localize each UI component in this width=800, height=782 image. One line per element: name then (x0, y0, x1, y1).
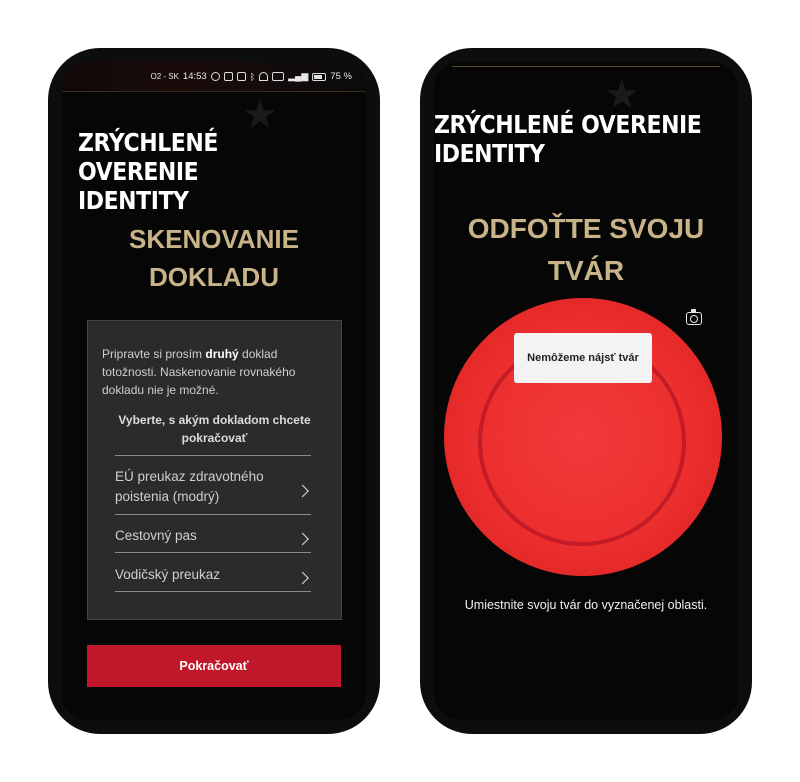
volte-icon (272, 72, 285, 81)
battery-level: 75 % (330, 71, 352, 82)
nfc-icon (223, 72, 233, 81)
brand-title-line1: ZRÝCHLENÉ OVERENIE (434, 110, 702, 139)
signal-icon: ▂▄▆ (288, 71, 309, 81)
page-heading-line2: DOKLADU (149, 262, 279, 292)
chevron-right-icon (296, 571, 309, 585)
intro-text-start: Pripravte si prosím (102, 347, 206, 361)
face-instruction-caption: Umiestnite svoju tvár do vyznačenej obla… (464, 598, 708, 612)
page-heading: ODFOŤTE SVOJU TVÁR (434, 208, 738, 292)
left-phone-screen: O2 - SK 14:53 ᛒ ▂▄▆ 75 % ★ ZRÝCHLENÉ OVE… (62, 62, 366, 720)
page-heading-line1: SKENOVANIE (129, 224, 299, 254)
chevron-right-icon (296, 484, 309, 497)
carrier-label: O2 - SK (150, 72, 179, 81)
continue-button[interactable]: Pokračovať (87, 645, 341, 687)
option-passport[interactable]: Cestovný pas (115, 526, 311, 553)
brand-title-line2: IDENTITY (434, 139, 545, 168)
battery-icon (312, 72, 327, 81)
card-intro-text: Pripravte si prosím druhý doklad totožno… (102, 345, 325, 399)
bluetooth-icon: ᛒ (249, 71, 256, 82)
card-prompt: Vyberte, s akým dokladom chcete pokračov… (118, 413, 311, 445)
right-phone-screen: ★ ZRÝCHLENÉ OVERENIE IDENTITY ODFOŤTE SV… (434, 62, 738, 720)
brand-title: ZRÝCHLENÉ OVERENIE IDENTITY (434, 110, 702, 168)
option-label: Vodičský preukaz (115, 567, 221, 582)
top-divider (452, 66, 720, 67)
right-phone-frame: ★ ZRÝCHLENÉ OVERENIE IDENTITY ODFOŤTE SV… (420, 48, 752, 734)
page-heading: SKENOVANIE DOKLADU (62, 220, 366, 296)
brand-title-line1: ZRÝCHLENÉ OVERENIE (78, 128, 218, 186)
camera-switch-icon[interactable] (686, 309, 702, 325)
options-top-divider (115, 455, 311, 456)
brand-title-line2: IDENTITY (78, 186, 189, 215)
intro-text-bold: druhý (205, 347, 239, 361)
status-time: 14:53 (182, 71, 207, 82)
vibrate-icon (236, 72, 246, 81)
wifi-icon (259, 72, 269, 81)
option-label: Cestovný pas (115, 528, 197, 543)
option-driving-licence[interactable]: Vodičský preukaz (115, 565, 311, 592)
chevron-right-icon (296, 532, 309, 546)
document-choice-card: Pripravte si prosím druhý doklad totožno… (87, 320, 342, 620)
page-heading-line2: TVÁR (547, 255, 625, 286)
brand-title: ZRÝCHLENÉ OVERENIE IDENTITY (78, 128, 331, 215)
face-not-found-tooltip: Nemôžeme nájsť tvár (514, 333, 652, 383)
left-phone-frame: O2 - SK 14:53 ᛒ ▂▄▆ 75 % ★ ZRÝCHLENÉ OVE… (48, 48, 380, 734)
option-label: EÚ preukaz zdravotného poistenia (modrý) (115, 469, 264, 504)
eye-icon (210, 72, 220, 81)
status-bar: O2 - SK 14:53 ᛒ ▂▄▆ 75 % (62, 62, 366, 92)
option-health-insurance-card[interactable]: EÚ preukaz zdravotného poistenia (modrý) (115, 467, 311, 515)
page-heading-line1: ODFOŤTE SVOJU (467, 213, 705, 244)
